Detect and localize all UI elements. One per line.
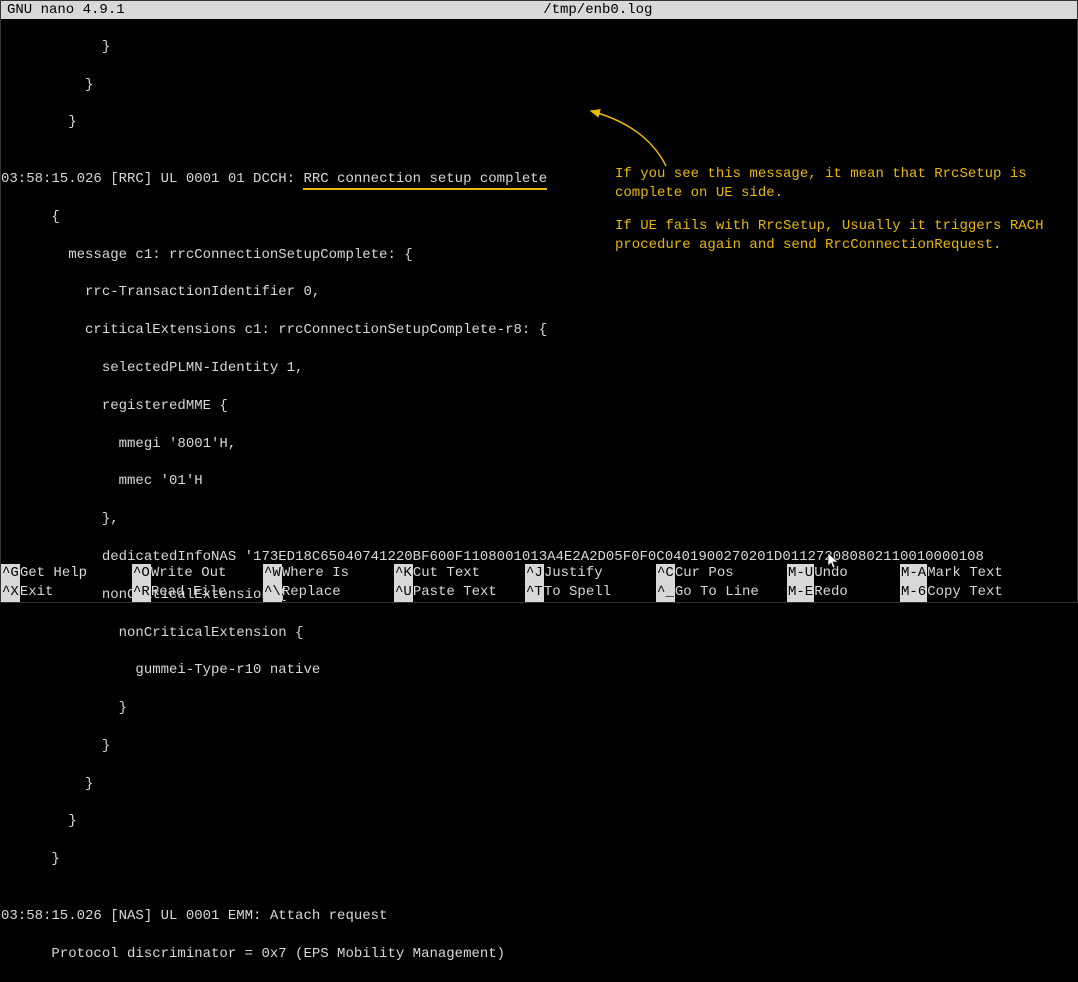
shortcut-undo[interactable]: M-U Undo bbox=[787, 564, 900, 583]
code-line: Protocol discriminator = 0x7 (EPS Mobili… bbox=[1, 945, 1077, 964]
code-line: mmec '01'H bbox=[1, 472, 1077, 491]
shortcut-where-is[interactable]: ^W Where Is bbox=[263, 564, 394, 583]
file-path: /tmp/enb0.log bbox=[125, 1, 1071, 20]
code-line: nonCriticalExtension { bbox=[1, 624, 1077, 643]
code-line: }, bbox=[1, 510, 1077, 529]
shortcut-paste-text[interactable]: ^U Paste Text bbox=[394, 583, 525, 602]
shortcut-justify[interactable]: ^J Justify bbox=[525, 564, 656, 583]
code-line: rrc-TransactionIdentifier 0, bbox=[1, 283, 1077, 302]
shortcut-row-1: ^G Get Help ^O Write Out ^W Where Is ^K … bbox=[1, 564, 1077, 583]
shortcut-mark-text[interactable]: M-A Mark Text bbox=[900, 564, 1031, 583]
shortcut-redo[interactable]: M-E Redo bbox=[787, 583, 900, 602]
mouse-cursor-icon bbox=[827, 552, 841, 578]
code-line: gummei-Type-r10 native bbox=[1, 661, 1077, 680]
code-line: } bbox=[1, 775, 1077, 794]
code-line: } bbox=[1, 76, 1077, 95]
highlighted-message: RRC connection setup complete bbox=[303, 171, 547, 190]
shortcut-go-to-line[interactable]: ^_ Go To Line bbox=[656, 583, 787, 602]
shortcut-to-spell[interactable]: ^T To Spell bbox=[525, 583, 656, 602]
editor-content[interactable]: } } } 03:58:15.026 [RRC] UL 0001 01 DCCH… bbox=[1, 19, 1077, 982]
shortcut-write-out[interactable]: ^O Write Out bbox=[132, 564, 263, 583]
shortcut-cur-pos[interactable]: ^C Cur Pos bbox=[656, 564, 787, 583]
code-line: } bbox=[1, 737, 1077, 756]
shortcut-read-file[interactable]: ^R Read File bbox=[132, 583, 263, 602]
app-version: GNU nano 4.9.1 bbox=[7, 1, 125, 20]
shortcut-replace[interactable]: ^\ Replace bbox=[263, 583, 394, 602]
shortcut-cut-text[interactable]: ^K Cut Text bbox=[394, 564, 525, 583]
code-line: } bbox=[1, 38, 1077, 57]
code-line: registeredMME { bbox=[1, 397, 1077, 416]
code-line: } bbox=[1, 850, 1077, 869]
code-line: } bbox=[1, 699, 1077, 718]
code-line: selectedPLMN-Identity 1, bbox=[1, 359, 1077, 378]
shortcut-row-2: ^X Exit ^R Read File ^\ Replace ^U Paste… bbox=[1, 583, 1077, 602]
shortcut-get-help[interactable]: ^G Get Help bbox=[1, 564, 132, 583]
code-line: } bbox=[1, 113, 1077, 132]
code-line: mmegi '8001'H, bbox=[1, 435, 1077, 454]
annotation-text: If you see this message, it mean that Rr… bbox=[615, 165, 1055, 255]
nano-shortcut-bar: ^G Get Help ^O Write Out ^W Where Is ^K … bbox=[1, 564, 1077, 602]
shortcut-copy-text[interactable]: M-6 Copy Text bbox=[900, 583, 1031, 602]
code-line: 03:58:15.026 [NAS] UL 0001 EMM: Attach r… bbox=[1, 907, 1077, 926]
nano-header: GNU nano 4.9.1 /tmp/enb0.log bbox=[1, 1, 1077, 19]
code-line: } bbox=[1, 812, 1077, 831]
code-line: criticalExtensions c1: rrcConnectionSetu… bbox=[1, 321, 1077, 340]
shortcut-exit[interactable]: ^X Exit bbox=[1, 583, 132, 602]
